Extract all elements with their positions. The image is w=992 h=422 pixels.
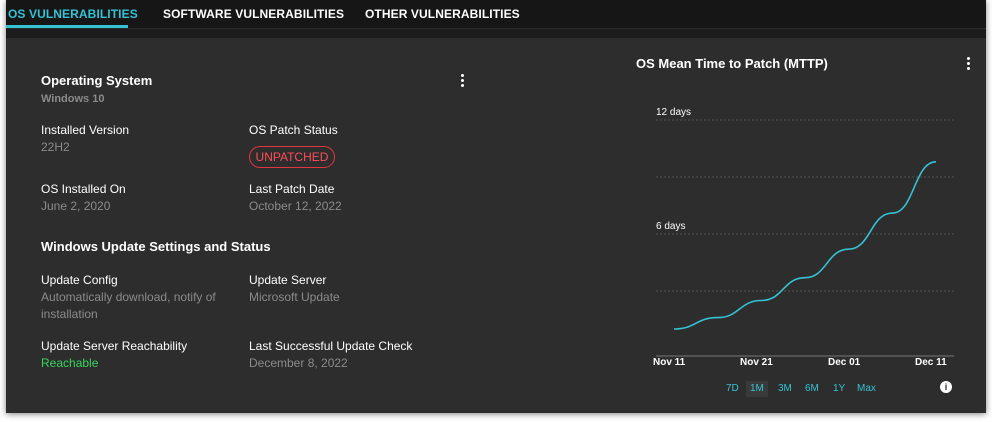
range-3m-button[interactable]: 3M xyxy=(774,381,796,397)
server-reachability-value: Reachable xyxy=(41,356,99,370)
last-patch-date-value: October 12, 2022 xyxy=(249,199,342,213)
installed-version-value: 22H2 xyxy=(41,140,70,154)
tab-software-vulnerabilities[interactable]: SOFTWARE VULNERABILITIES xyxy=(163,7,344,21)
tab-os-vulnerabilities[interactable]: OS VULNERABILITIES xyxy=(8,7,138,21)
range-1m-button[interactable]: 1M xyxy=(746,381,768,397)
last-update-check-value: December 8, 2022 xyxy=(249,356,348,370)
update-config-label: Update Config xyxy=(41,273,118,287)
range-7d-button[interactable]: 7D xyxy=(722,381,743,397)
os-name: Windows 10 xyxy=(41,93,105,105)
os-installed-on-value: June 2, 2020 xyxy=(41,199,111,213)
last-patch-date-label: Last Patch Date xyxy=(249,182,335,196)
tab-other-vulnerabilities[interactable]: OTHER VULNERABILITIES xyxy=(365,7,520,21)
os-section-title: Operating System xyxy=(41,73,153,88)
range-6m-button[interactable]: 6M xyxy=(801,381,823,397)
update-server-value: Microsoft Update xyxy=(249,290,340,304)
range-max-button[interactable]: Max xyxy=(853,381,880,397)
server-reachability-label: Update Server Reachability xyxy=(41,339,188,353)
x-tick-label: Nov 11 xyxy=(653,357,686,368)
os-patch-status-label: OS Patch Status xyxy=(249,123,338,137)
info-icon[interactable]: i xyxy=(940,381,952,393)
update-config-line2: installation xyxy=(41,307,98,321)
y-tick-label-12: 12 days xyxy=(656,107,692,118)
tab-bar: OS VULNERABILITIES SOFTWARE VULNERABILIT… xyxy=(6,0,986,29)
mttp-series-line xyxy=(673,161,937,330)
x-tick-label: Dec 01 xyxy=(828,357,861,368)
app-frame: OS VULNERABILITIES SOFTWARE VULNERABILIT… xyxy=(6,0,986,413)
chart-more-options-icon[interactable] xyxy=(965,57,971,73)
update-server-label: Update Server xyxy=(249,273,327,287)
update-config-line1: Automatically download, notify of xyxy=(41,290,216,304)
os-more-options-icon[interactable] xyxy=(459,74,465,90)
mttp-chart xyxy=(656,119,954,357)
os-installed-on-label: OS Installed On xyxy=(41,182,126,196)
x-tick-label: Nov 21 xyxy=(740,357,773,368)
os-patch-status-badge: UNPATCHED xyxy=(249,146,335,168)
installed-version-label: Installed Version xyxy=(41,123,130,137)
x-tick-label: Dec 11 xyxy=(915,357,947,368)
y-tick-label-6: 6 days xyxy=(656,221,686,232)
range-1y-button[interactable]: 1Y xyxy=(829,381,849,397)
update-section-title: Windows Update Settings and Status xyxy=(41,239,271,254)
content-panel: Operating System Windows 10 Installed Ve… xyxy=(6,38,986,413)
active-tab-indicator xyxy=(6,25,128,28)
last-update-check-label: Last Successful Update Check xyxy=(249,339,413,353)
chart-title: OS Mean Time to Patch (MTTP) xyxy=(636,56,828,71)
